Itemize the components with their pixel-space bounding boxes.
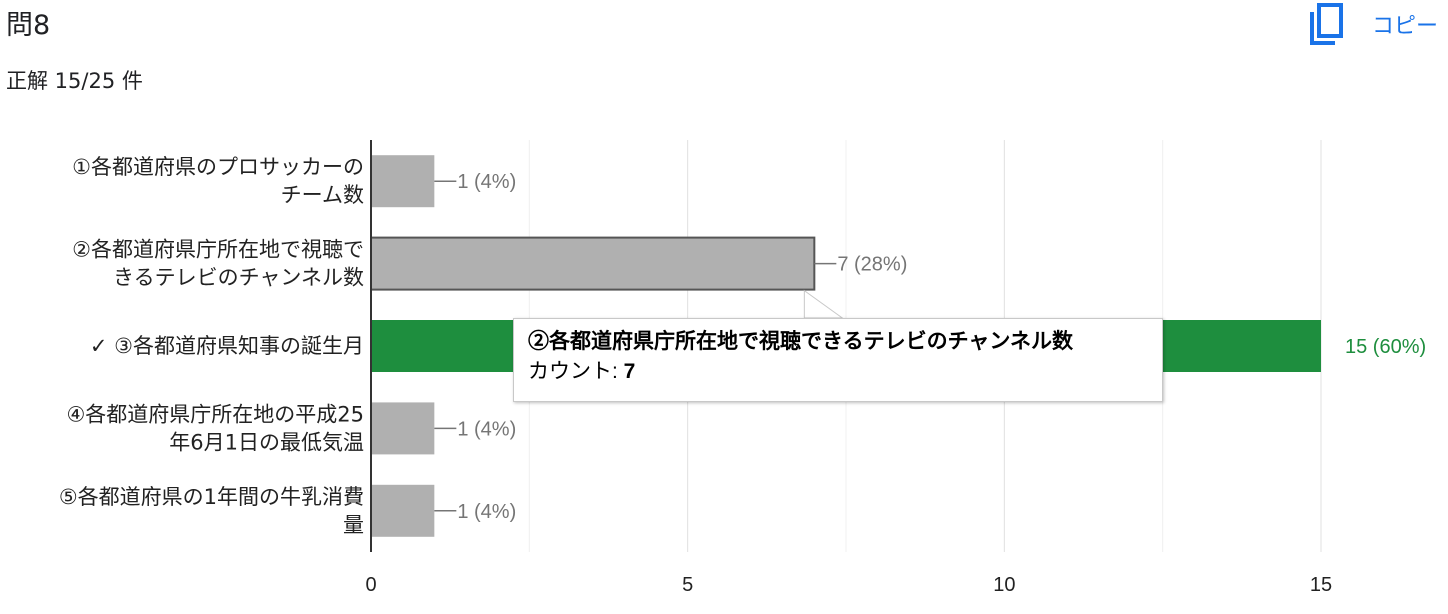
category-label: ⑤各都道府県の1年間の牛乳消費 bbox=[59, 485, 364, 509]
bar bbox=[370, 236, 816, 291]
data-label: 1 (4%) bbox=[457, 418, 516, 440]
category-label: きるテレビのチャンネル数 bbox=[113, 266, 364, 290]
category-label: 量 bbox=[343, 513, 364, 537]
category-label: ①各都道府県のプロサッカーの bbox=[72, 155, 364, 179]
chart-tooltip: ②各都道府県庁所在地で視聴できるテレビのチャンネル数 カウント: 7 bbox=[513, 318, 1163, 402]
category-label: チーム数 bbox=[281, 183, 364, 207]
category-label: ④各都道府県庁所在地の平成25 bbox=[66, 402, 364, 426]
bar bbox=[371, 155, 435, 208]
category-label: ②各都道府県庁所在地で視聴で bbox=[72, 238, 364, 262]
data-label: 1 (4%) bbox=[457, 171, 516, 193]
tooltip-count-value: 7 bbox=[623, 360, 636, 383]
category-label: ✓ ③各都道府県知事の誕生月 bbox=[90, 334, 364, 358]
x-tick-label: 15 bbox=[1310, 574, 1332, 596]
bar bbox=[371, 402, 435, 455]
x-tick-label: 10 bbox=[993, 574, 1015, 596]
data-label: 1 (4%) bbox=[457, 501, 516, 523]
category-label: 年6月1日の最低気温 bbox=[169, 430, 364, 454]
x-tick-label: 0 bbox=[365, 574, 376, 596]
bar-chart: 0 5 10 15 1 (4%) ①各都道府県のプロサッカーのチーム数 7 (28%) ②各都… bbox=[59, 140, 1426, 596]
data-label: 7 (28%) bbox=[837, 254, 907, 276]
question-card: 問8 正解 15/25 件 コピー 0 5 10 15 1 (4%) ①各都道府県のプロサ… bbox=[0, 0, 1448, 614]
bar bbox=[371, 484, 435, 537]
tooltip-pointer bbox=[803, 289, 844, 319]
tooltip-count: カウント: 7 bbox=[528, 357, 1148, 387]
tooltip-count-label: カウント: bbox=[528, 360, 624, 383]
x-tick-label: 5 bbox=[682, 574, 693, 596]
data-label: 15 (60%) bbox=[1345, 336, 1426, 358]
tooltip-title: ②各都道府県庁所在地で視聴できるテレビのチャンネル数 bbox=[528, 330, 1073, 353]
